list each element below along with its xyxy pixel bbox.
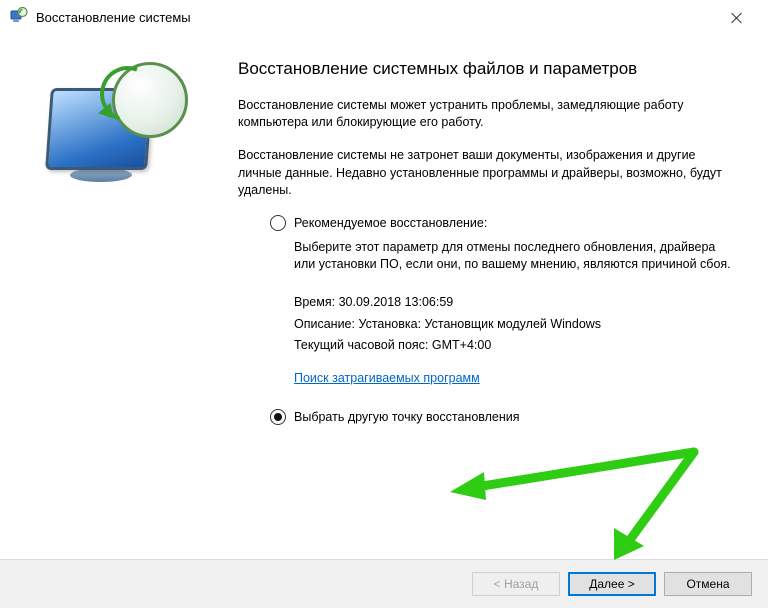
titlebar: Восстановление системы	[0, 0, 768, 34]
radio-recommended-label: Рекомендуемое восстановление:	[294, 216, 487, 230]
info-timezone: Текущий часовой пояс: GMT+4:00	[294, 335, 738, 357]
recommended-description: Выберите этот параметр для отмены послед…	[294, 239, 738, 274]
intro-paragraph-2: Восстановление системы не затронет ваши …	[238, 147, 738, 199]
radio-icon	[270, 215, 286, 231]
radio-other-label: Выбрать другую точку восстановления	[294, 410, 520, 424]
radio-recommended[interactable]: Рекомендуемое восстановление:	[270, 215, 738, 231]
close-button[interactable]	[716, 3, 756, 31]
system-restore-dialog: Восстановление системы Восстановление си…	[0, 0, 768, 608]
next-button[interactable]: Далее >	[568, 572, 656, 596]
main-column: Восстановление системных файлов и параме…	[228, 58, 738, 559]
button-bar: < Назад Далее > Отмена	[0, 559, 768, 608]
window-title: Восстановление системы	[36, 10, 716, 25]
affected-programs-link[interactable]: Поиск затрагиваемых программ	[294, 371, 480, 385]
back-button: < Назад	[472, 572, 560, 596]
radio-other[interactable]: Выбрать другую точку восстановления	[270, 409, 738, 425]
content-area: Восстановление системных файлов и параме…	[0, 34, 768, 559]
options-group: Рекомендуемое восстановление: Выберите э…	[238, 215, 738, 425]
app-icon	[10, 7, 28, 28]
page-heading: Восстановление системных файлов и параме…	[238, 58, 738, 81]
info-time: Время: 30.09.2018 13:06:59	[294, 292, 738, 314]
cancel-button[interactable]: Отмена	[664, 572, 752, 596]
illustration-column	[18, 58, 228, 559]
intro-paragraph-1: Восстановление системы может устранить п…	[238, 97, 738, 132]
close-icon	[731, 12, 742, 23]
restore-point-info: Время: 30.09.2018 13:06:59 Описание: Уст…	[294, 292, 738, 358]
info-description: Описание: Установка: Установщик модулей …	[294, 314, 738, 336]
radio-icon	[270, 409, 286, 425]
restore-illustration	[48, 62, 198, 192]
